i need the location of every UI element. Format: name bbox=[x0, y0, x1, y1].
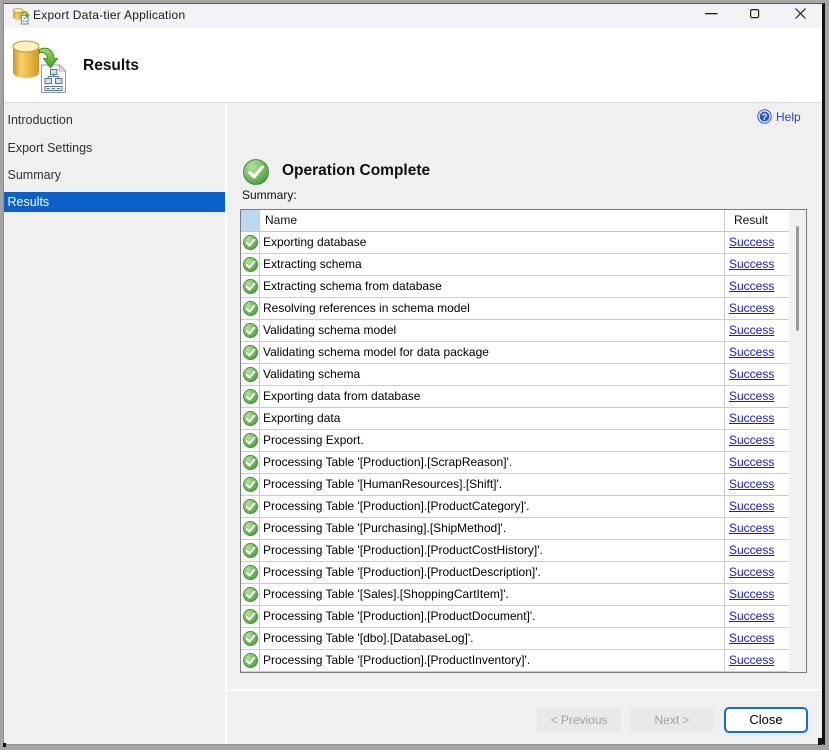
svg-text:?: ? bbox=[762, 112, 768, 123]
